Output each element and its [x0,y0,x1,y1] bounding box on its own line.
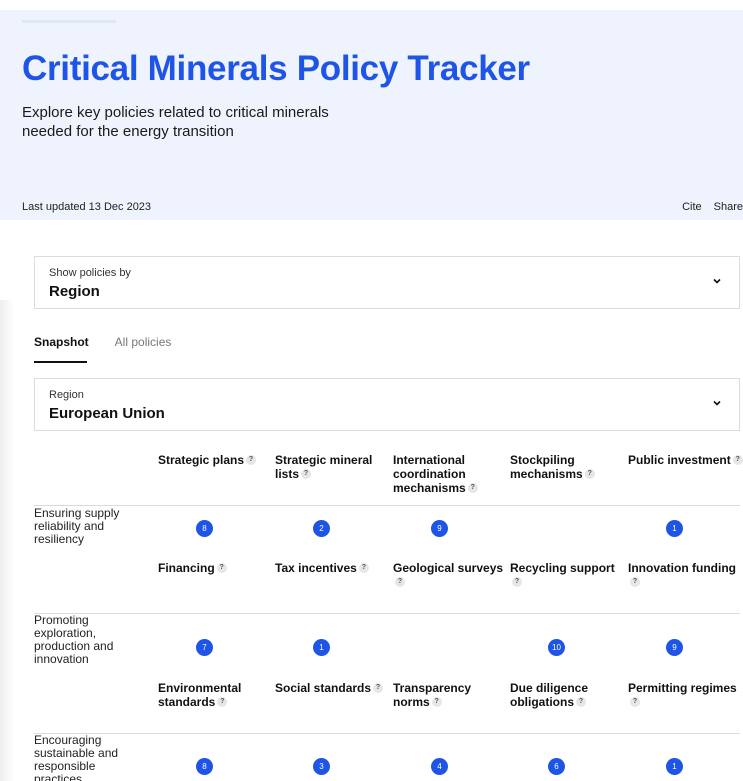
column-header-label: Strategic mineral lists [275,453,373,481]
section-supply-reliability: Strategic plans? Strategic mineral lists… [34,447,743,555]
page-title: Critical Minerals Policy Tracker [22,49,530,88]
help-icon[interactable]: ? [576,697,586,707]
column-header: Stockpiling mechanisms? [510,453,625,481]
help-icon[interactable]: ? [512,577,522,587]
column-header-label: Permitting regimes [628,681,737,695]
help-icon[interactable]: ? [630,697,640,707]
help-icon[interactable]: ? [584,469,595,479]
section-sustainable-practices: Environmental standards? Social standard… [34,675,740,781]
column-header-label: Public investment [628,453,731,467]
header-tab-indicator [22,20,116,23]
show-policies-by-value: Region [49,283,100,300]
column-header-row: Financing? Tax incentives? Geological su… [34,555,740,613]
help-icon[interactable]: ? [373,683,384,693]
help-icon[interactable]: ? [358,563,369,573]
column-header-label: Financing [158,561,215,575]
column-header: Permitting regimes? [628,681,743,709]
count-badge[interactable]: 1 [666,520,683,537]
share-link[interactable]: Share [714,201,743,213]
column-header: Recycling support? [510,561,625,589]
help-icon[interactable]: ? [732,455,743,465]
column-header: Social standards? [275,681,390,695]
help-icon[interactable]: ? [216,563,227,573]
column-header: Geological surveys? [393,561,508,589]
column-header: Financing? [158,561,273,575]
page-subtitle: Explore key policies related to critical… [22,104,329,140]
table-row: Encouraging sustainable and responsible … [34,733,740,781]
count-badge[interactable]: 1 [313,639,330,656]
tab-all-policies[interactable]: All policies [115,335,172,349]
help-icon[interactable]: ? [217,697,228,707]
count-badge[interactable]: 4 [431,758,448,775]
count-badge[interactable]: 2 [313,520,330,537]
column-header-row: Strategic plans? Strategic mineral lists… [34,447,743,505]
column-header-label: Environmental standards [158,681,242,709]
tab-snapshot[interactable]: Snapshot [34,335,89,363]
column-header-label: International coordination mechanisms [393,453,466,495]
page-header: Critical Minerals Policy Tracker Explore… [0,10,743,220]
column-header: Strategic plans? [158,453,273,467]
column-header: Innovation funding? [628,561,743,589]
count-badge[interactable]: 6 [548,758,565,775]
column-header-label: Strategic plans [158,453,245,467]
header-actions: Cite Share [682,201,743,213]
chevron-down-icon [713,278,721,284]
count-badge[interactable]: 3 [313,758,330,775]
section-exploration-production: Financing? Tax incentives? Geological su… [34,555,740,675]
show-policies-by-select[interactable]: Show policies by Region [34,256,740,309]
count-badge[interactable]: 8 [196,758,213,775]
column-header: Due diligence obligations? [510,681,625,709]
help-icon[interactable]: ? [246,455,257,465]
help-icon[interactable]: ? [630,577,640,587]
view-tabs: Snapshot All policies [34,335,172,363]
region-select-label: Region [49,389,84,401]
column-header: International coordination mechanisms? [393,453,508,495]
table-row: Ensuring supply reliability and resilien… [34,505,740,555]
row-label: Encouraging sustainable and responsible … [34,733,119,781]
help-icon[interactable]: ? [467,483,478,493]
help-icon[interactable]: ? [395,577,405,587]
chevron-down-icon [713,400,721,406]
count-badge[interactable]: 9 [666,639,683,656]
column-header: Transparency norms? [393,681,508,709]
row-label: Ensuring supply reliability and resilien… [34,506,120,546]
policy-snapshot-grid: Strategic plans? Strategic mineral lists… [34,447,743,781]
count-badge[interactable]: 10 [548,639,565,656]
column-header-label: Tax incentives [275,561,357,575]
region-select-value: European Union [49,405,165,422]
column-header: Environmental standards? [158,681,273,709]
count-badge[interactable]: 9 [431,520,448,537]
column-header: Strategic mineral lists? [275,453,390,481]
count-badge[interactable]: 1 [666,758,683,775]
column-header-label: Innovation funding [628,561,736,575]
column-header-label: Recycling support [510,561,615,575]
region-select[interactable]: Region European Union [34,378,740,431]
column-header-label: Stockpiling mechanisms [510,453,583,481]
column-header: Public investment? [628,453,743,467]
last-updated: Last updated 13 Dec 2023 [22,201,152,213]
table-row: Promoting exploration, production and in… [34,613,740,675]
column-header-label: Geological surveys [393,561,504,575]
show-policies-by-label: Show policies by [49,267,131,279]
row-label: Promoting exploration, production and in… [34,613,114,666]
cite-link[interactable]: Cite [682,201,702,213]
help-icon[interactable]: ? [301,469,312,479]
left-edge-shadow [0,300,14,781]
column-header-row: Environmental standards? Social standard… [34,675,740,733]
column-header-label: Social standards [275,681,372,695]
count-badge[interactable]: 8 [196,520,213,537]
column-header: Tax incentives? [275,561,390,575]
help-icon[interactable]: ? [431,697,442,707]
count-badge[interactable]: 7 [196,639,213,656]
